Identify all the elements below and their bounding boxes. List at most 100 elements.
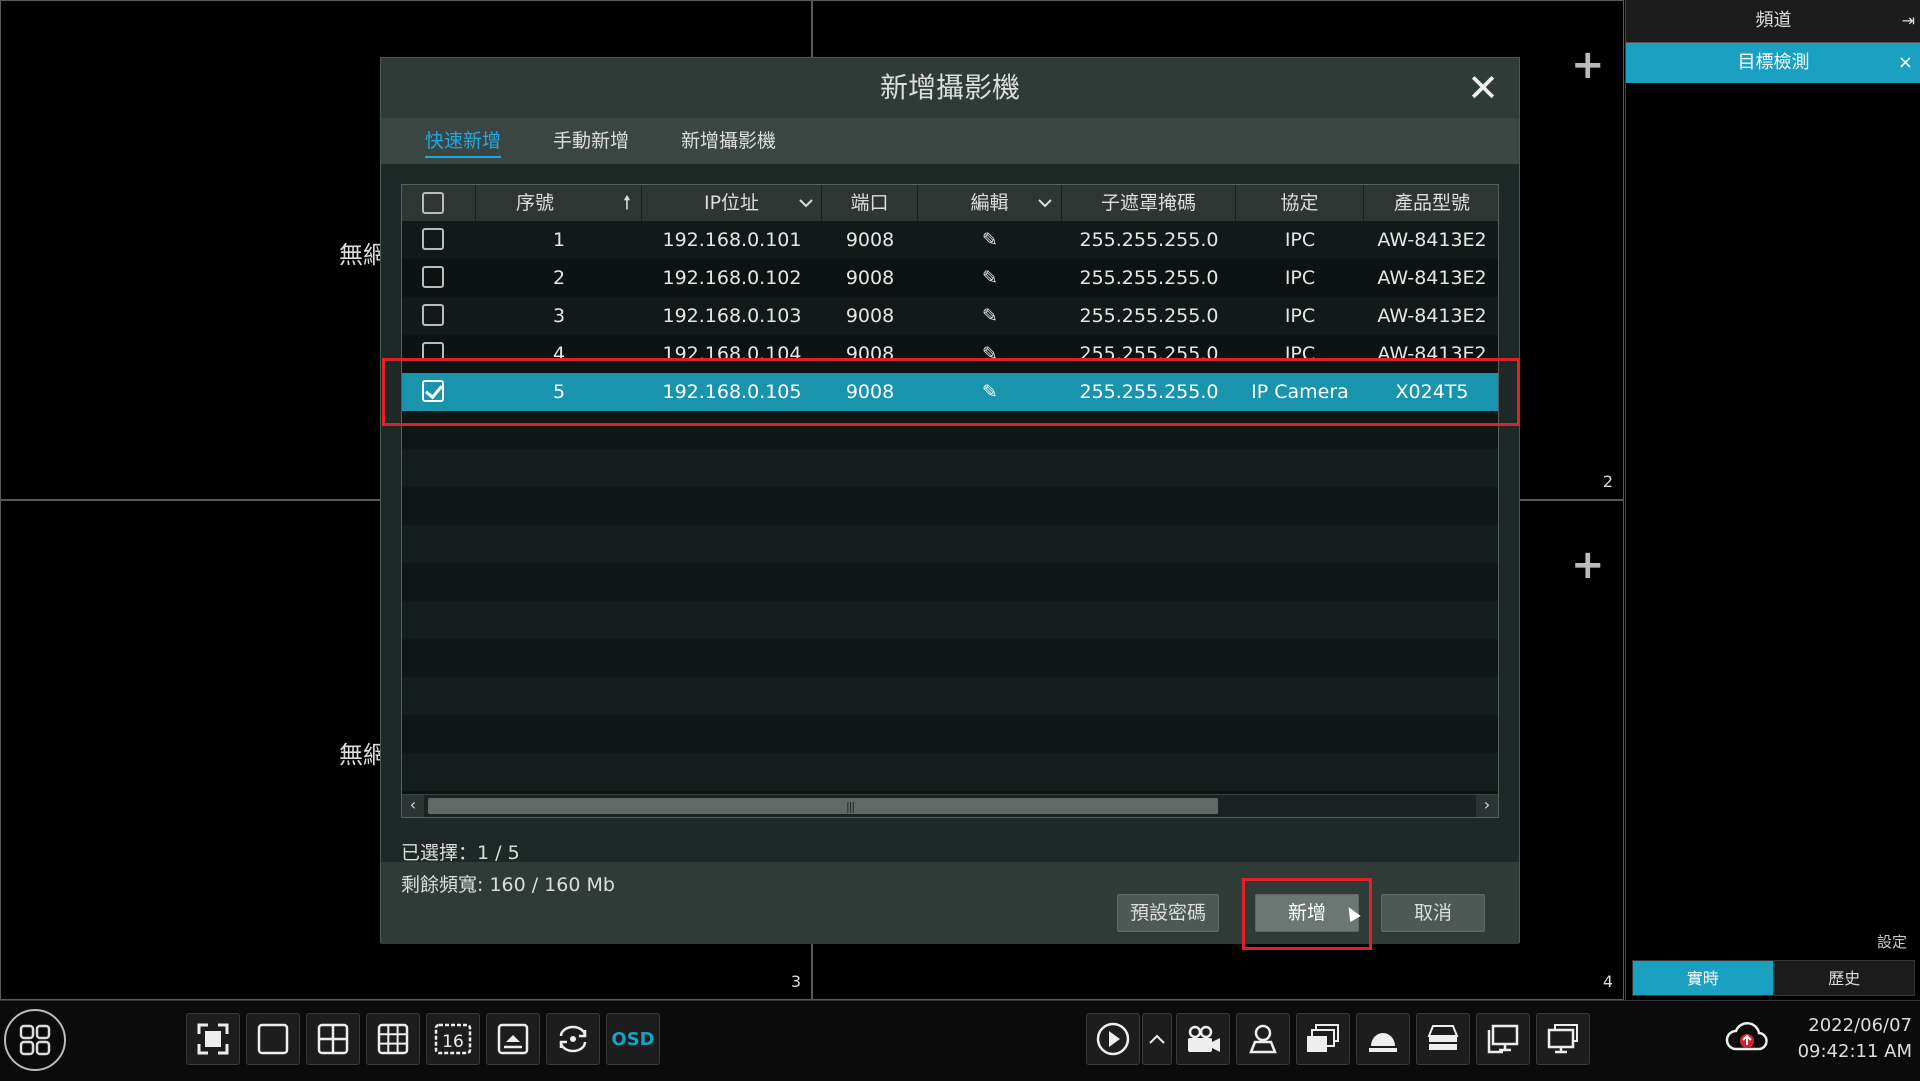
desktop-monitor-icon [1547,1024,1578,1054]
ptz-button[interactable] [1356,1013,1410,1065]
pencil-edit-icon[interactable]: ✎ [918,221,1062,259]
empty-row [402,715,1498,753]
header-ip-dropdown[interactable] [790,185,822,221]
rotate-sequence-icon [559,1025,587,1053]
tab-add-camera[interactable]: 新增攝影機 [681,118,776,164]
table-row[interactable]: 4 192.168.0.104 9008 ✎ 255.255.255.0 IPC… [402,335,1498,359]
selected-count: 已選擇：1 / 5 [401,842,520,864]
layout-16-button[interactable]: 16 [426,1013,480,1065]
cloud-upload-icon [1725,1022,1768,1051]
row-model: AW-8413E2 [1377,305,1487,327]
row-model: X024T5 [1395,381,1469,403]
row-subnet: 255.255.255.0 [1079,381,1219,403]
object-detection-item[interactable]: 目標檢測 × [1626,43,1920,83]
row-checkbox[interactable] [422,266,444,288]
layout-nine-icon [377,1023,409,1055]
header-protocol[interactable]: 協定 [1236,185,1364,221]
empty-row [402,563,1498,601]
fullscreen-icon [197,1023,229,1055]
close-icon[interactable]: × [1898,43,1913,83]
tab-history[interactable]: 歷史 [1773,960,1915,996]
row-port: 9008 [845,229,895,251]
row-ip: 192.168.0.101 [662,229,802,251]
row-index: 4 [552,343,566,359]
pencil-edit-icon[interactable]: ✎ [918,297,1062,335]
header-model-label: 產品型號 [1393,192,1470,214]
tab-live[interactable]: 實時 [1632,960,1774,996]
row-checkbox[interactable] [422,342,444,359]
channel-panel-header: 頻道 ⇥ [1626,0,1920,43]
network-monitor-icon [1487,1024,1519,1054]
row-port: 9008 [845,381,895,403]
layout-sixteen-label: 16 [442,1032,464,1052]
tab-quick-add[interactable]: 快速新增 [425,118,502,164]
playback-button[interactable] [1086,1013,1140,1065]
settings-link[interactable]: 設定 [1877,931,1907,952]
header-port[interactable]: 端口 [822,185,918,221]
scrollbar-thumb[interactable]: ||| [428,798,1218,814]
header-index-label: 序號 [516,192,555,214]
fullscreen-button[interactable] [186,1013,240,1065]
tab-manual-add[interactable]: 手動新增 [553,118,629,164]
main-menu-button[interactable] [4,1009,66,1071]
row-protocol: IP Camera [1251,381,1349,403]
event-list-button[interactable] [1296,1013,1350,1065]
add-button[interactable]: 新增 [1255,894,1359,932]
dome-camera-icon [1369,1033,1397,1052]
row-checkbox-checked[interactable] [422,380,444,402]
row-subnet: 255.255.255.0 [1079,229,1219,251]
collapse-panel-icon[interactable]: ⇥ [1902,0,1915,42]
panel-tabs: 實時 歷史 [1632,960,1915,996]
sequence-button[interactable] [546,1013,600,1065]
pip-button[interactable] [486,1013,540,1065]
display-output-button[interactable] [1536,1013,1590,1065]
user-alarm-icon [1249,1024,1277,1054]
cloud-upgrade-button[interactable] [1724,1017,1770,1061]
dialog-tabs: 快速新增 手動新增 新增攝影機 [381,118,1519,164]
default-password-button[interactable]: 預設密碼 [1117,894,1219,932]
network-status-button[interactable] [1476,1013,1530,1065]
row-checkbox[interactable] [422,304,444,326]
pencil-edit-icon[interactable]: ✎ [918,259,1062,297]
row-protocol: IPC [1284,229,1316,251]
close-icon[interactable]: ✕ [1461,66,1505,110]
layout-4-button[interactable] [306,1013,360,1065]
empty-row [402,639,1498,677]
osd-button[interactable]: OSD [606,1013,660,1065]
sort-ascending-icon[interactable]: 🠕 [623,185,631,221]
bottom-toolbar: 16 OSD 2022/06/07 09:42:11 AM [0,1000,1920,1081]
cancel-button[interactable]: 取消 [1381,894,1485,932]
chevron-down-icon [798,199,813,208]
pencil-edit-icon[interactable]: ✎ [918,335,1062,359]
picture-in-picture-icon [497,1023,529,1055]
select-all-checkbox[interactable] [422,192,444,214]
table-row-selected[interactable]: 5 192.168.0.105 9008 ✎ 255.255.255.0 IP … [402,373,1498,411]
header-index[interactable]: 序號 🠕 [476,185,642,221]
row-index: 1 [552,229,566,251]
clock-date: 2022/06/07 [1808,1015,1912,1036]
empty-row [402,525,1498,563]
system-clock: 2022/06/07 09:42:11 AM [1798,1013,1912,1065]
add-channel-plus-icon[interactable]: + [1571,545,1605,585]
row-checkbox[interactable] [422,228,444,250]
chevron-right-icon[interactable]: › [1476,795,1498,817]
header-ip-label: IP位址 [703,192,760,214]
layout-9-button[interactable] [366,1013,420,1065]
pencil-edit-icon[interactable]: ✎ [918,373,1062,411]
table-row[interactable]: 3 192.168.0.103 9008 ✎ 255.255.255.0 IPC… [402,297,1498,335]
header-subnet[interactable]: 子遮罩掩碼 [1062,185,1236,221]
horizontal-scrollbar[interactable]: ‹ ||| › [402,794,1498,817]
chevron-left-icon[interactable]: ‹ [402,795,424,817]
row-ip: 192.168.0.105 [662,381,802,403]
manual-record-button[interactable] [1176,1013,1230,1065]
add-channel-plus-icon[interactable]: + [1571,45,1605,85]
table-row[interactable]: 1 192.168.0.101 9008 ✎ 255.255.255.0 IPC… [402,221,1498,259]
header-edit-dropdown[interactable] [1028,185,1062,221]
header-model[interactable]: 產品型號 [1364,185,1498,221]
disk-status-button[interactable] [1416,1013,1470,1065]
face-alarm-button[interactable] [1236,1013,1290,1065]
table-row[interactable]: 2 192.168.0.102 9008 ✎ 255.255.255.0 IPC… [402,259,1498,297]
layout-1-button[interactable] [246,1013,300,1065]
playback-expand-button[interactable] [1142,1013,1172,1065]
dialog-footer: 剩餘頻寬: 160 / 160 Mb 預設密碼 新增 取消 [381,862,1519,944]
